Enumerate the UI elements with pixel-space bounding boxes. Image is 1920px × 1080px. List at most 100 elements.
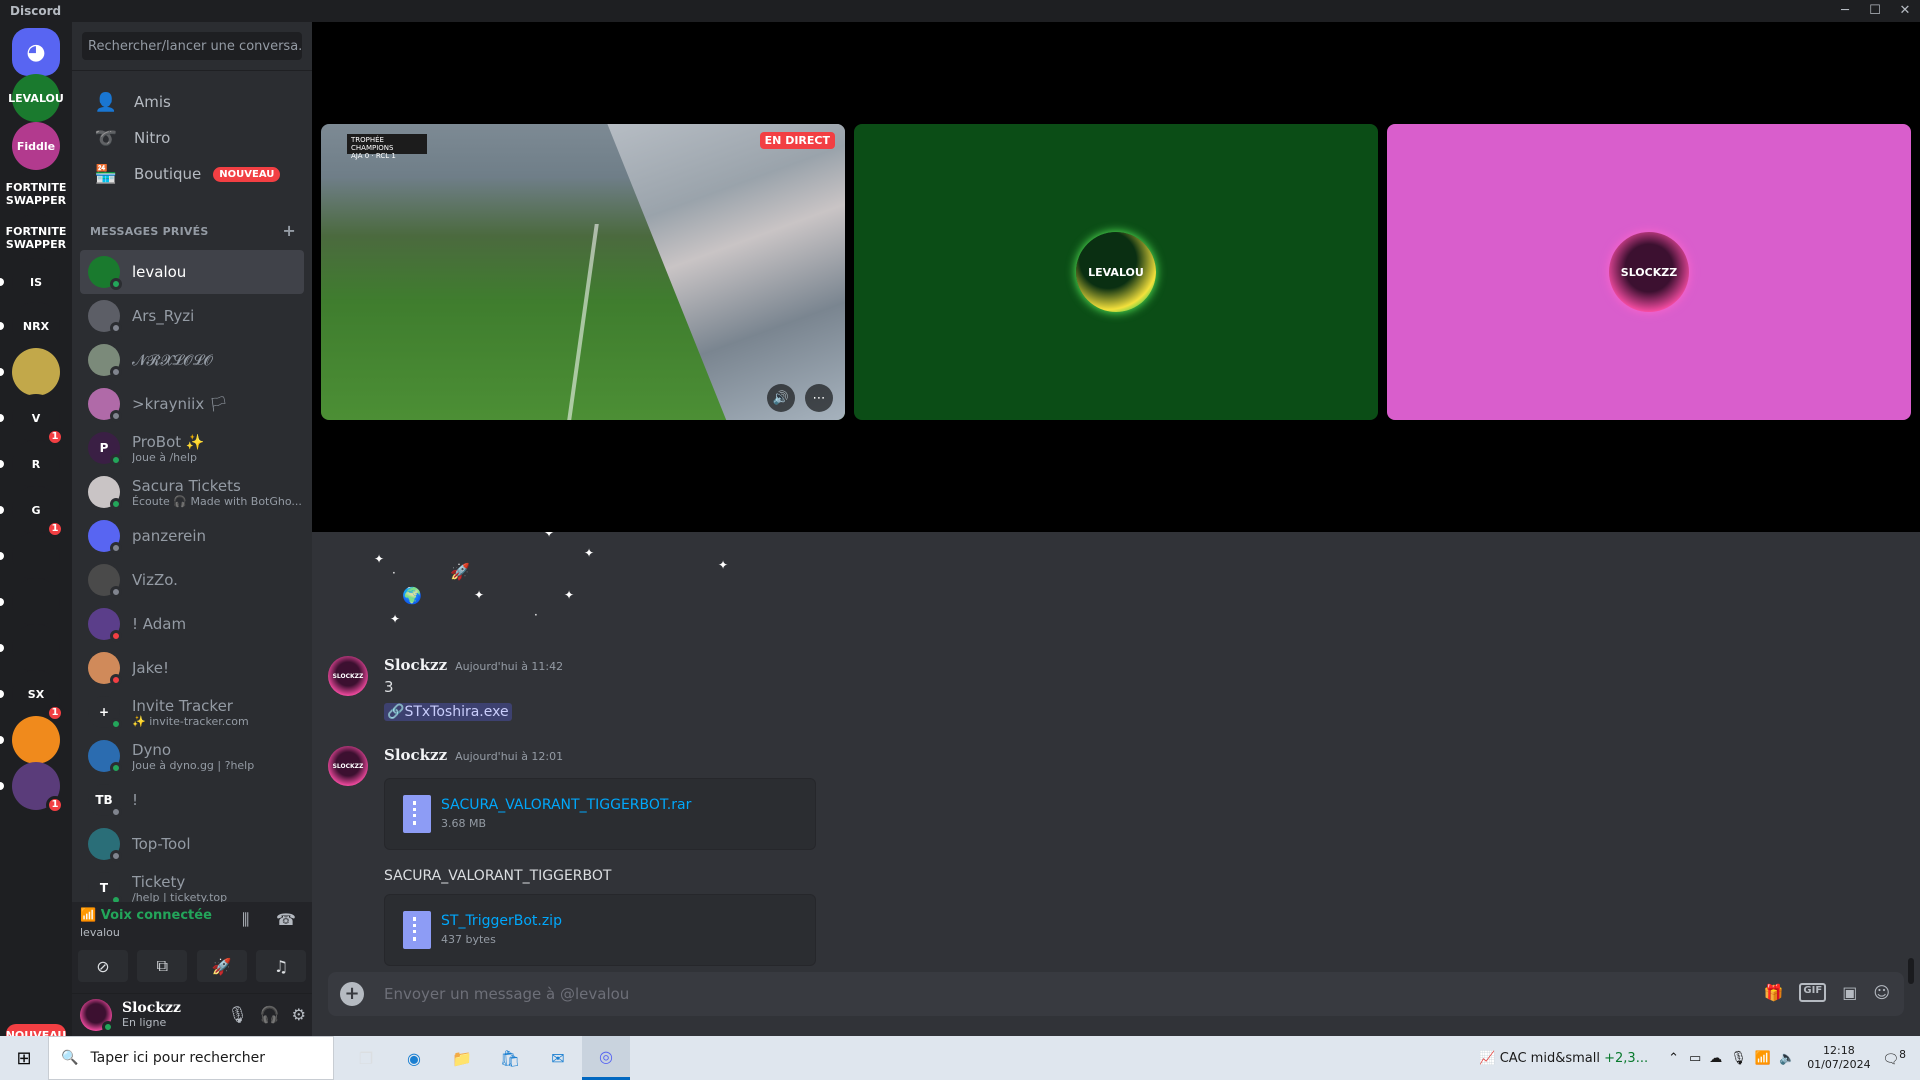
server-icon[interactable]: IS <box>0 258 60 306</box>
add-attachment-icon[interactable]: + <box>340 982 364 1006</box>
microphone-icon[interactable]: 🎙 <box>227 1005 247 1024</box>
servers-new-badge[interactable]: NOUVEAU <box>6 1024 66 1036</box>
server-icon[interactable]: V1 <box>0 394 64 446</box>
server-icon[interactable]: FORTNITE SWAPPER <box>6 170 66 218</box>
dm-item[interactable]: 𝓝𝓡𝓧𝓛𝓞𝓛𝓞 <box>80 338 304 382</box>
file-attachment[interactable]: SACURA_VALORANT_TIGGERBOT.rar 3.68 MB <box>384 778 816 850</box>
dm-item[interactable]: levalou <box>80 250 304 294</box>
sticker-icon[interactable]: ▣ <box>1842 983 1857 1002</box>
dm-item[interactable]: Jake! <box>80 646 304 690</box>
edge-icon[interactable]: ◉ <box>390 1036 438 1080</box>
gif-icon[interactable]: GIF <box>1799 983 1827 1002</box>
server-icon[interactable]: FORTNITE SWAPPER <box>6 214 66 262</box>
onedrive-icon[interactable]: ☁ <box>1709 1051 1722 1066</box>
server-icon[interactable]: R <box>0 440 60 488</box>
dm-item[interactable]: Dyno Joue à dyno.gg | ?help <box>80 734 304 778</box>
dm-item[interactable]: P ProBot ✨ Joue à /help <box>80 426 304 470</box>
server-icon[interactable] <box>0 716 60 764</box>
notifications-icon[interactable]: 🗨8 <box>1883 1048 1906 1067</box>
voice-connected-label[interactable]: 📶 Voix connectée <box>80 908 212 923</box>
message-composer[interactable]: + Envoyer un message à @levalou 🎁 GIF ▣ … <box>328 972 1904 1016</box>
discord-logo-icon: ◕ <box>26 39 46 65</box>
dm-item[interactable]: Sacura Tickets Écoute 🎧 Made with BotGho.… <box>80 470 304 514</box>
taskbar-search-input[interactable]: Taper ici pour rechercher <box>90 1050 265 1066</box>
user-mention[interactable]: 🔗STxToshira.exe <box>384 703 512 721</box>
soundboard-icon[interactable]: ♫ <box>255 950 306 982</box>
server-icon[interactable] <box>0 348 60 396</box>
server-icon[interactable]: ◕ <box>12 28 60 76</box>
dm-item[interactable]: >krayniix 🏳 <box>80 382 304 426</box>
screen-share-icon[interactable]: ⧉ <box>137 950 188 982</box>
minimize-icon[interactable]: ─ <box>1830 0 1860 22</box>
discord-icon[interactable]: ◎ <box>582 1036 630 1080</box>
dm-avatar <box>88 256 122 290</box>
server-icon[interactable] <box>0 578 60 626</box>
dm-text: ProBot ✨ Joue à /help <box>132 433 205 464</box>
server-icon[interactable] <box>0 532 60 580</box>
dm-name: 𝓝𝓡𝓧𝓛𝓞𝓛𝓞 <box>132 351 214 369</box>
server-icon[interactable]: 1 <box>0 762 64 814</box>
dm-item[interactable]: Ars_Ryzi <box>80 294 304 338</box>
server-icon[interactable] <box>0 624 60 672</box>
chevron-up-icon[interactable]: ⌃ <box>1668 1051 1679 1066</box>
server-icon[interactable]: Fiddle <box>12 122 60 170</box>
message-input[interactable]: Envoyer un message à @levalou <box>384 985 629 1003</box>
stock-widget[interactable]: 📈 CAC mid&small +2,3... <box>1479 1051 1648 1066</box>
attachment-name[interactable]: ST_TriggerBot.zip <box>441 913 562 929</box>
server-icon[interactable]: SX 1 <box>0 670 64 722</box>
dm-item[interactable]: VizZo. <box>80 558 304 602</box>
server-icon[interactable]: LEVALOU <box>8 74 64 122</box>
dm-item[interactable]: ! Adam <box>80 602 304 646</box>
nav-shop[interactable]: 🏪 Boutique NOUVEAU <box>80 153 304 195</box>
task-view-icon[interactable]: ❐ <box>342 1036 390 1080</box>
message-author[interactable]: Slockzz <box>384 656 447 674</box>
user-info[interactable]: Slockzz En ligne <box>122 1001 181 1030</box>
soundwave-icon[interactable]: ⫼ <box>242 910 249 930</box>
stream-pitch-line <box>567 224 599 420</box>
camera-off-icon[interactable]: ⊘ <box>78 950 128 982</box>
participant-tile-slockzz[interactable]: SLOCKZZ <box>1387 124 1911 420</box>
scrollbar[interactable] <box>1908 958 1914 984</box>
add-dm-button[interactable]: + <box>282 223 296 239</box>
file-explorer-icon[interactable]: 📁 <box>438 1036 486 1080</box>
close-icon[interactable]: ✕ <box>1890 0 1920 22</box>
message-avatar[interactable]: SLOCKZZ <box>328 656 368 696</box>
more-options-icon[interactable]: ⋯ <box>805 384 833 412</box>
nav-friends-label: Amis <box>134 93 171 111</box>
clock[interactable]: 12:18 01/07/2024 <box>1807 1044 1870 1072</box>
dm-item[interactable]: TB! <box>80 778 304 822</box>
mail-icon[interactable]: ✉ <box>534 1036 582 1080</box>
taskbar-search[interactable]: 🔍 Taper ici pour rechercher <box>48 1036 334 1080</box>
message-author[interactable]: Slockzz <box>384 746 447 764</box>
settings-gear-icon[interactable]: ⚙ <box>292 1005 306 1024</box>
message-avatar[interactable]: SLOCKZZ <box>328 746 368 786</box>
store-icon[interactable]: 🛍 <box>486 1036 534 1080</box>
microphone-tray-icon[interactable]: 🎙 <box>1730 1051 1747 1066</box>
dm-item[interactable]: + Invite Tracker ✨ invite-tracker.com <box>80 690 304 734</box>
dm-name: Jake! <box>132 659 170 677</box>
volume-tray-icon[interactable]: 🔈 <box>1779 1051 1795 1066</box>
meet-icon[interactable]: ▭ <box>1689 1051 1701 1066</box>
activity-icon[interactable]: 🚀 <box>196 950 247 982</box>
participant-avatar: LEVALOU <box>1076 232 1156 312</box>
search-input[interactable]: Rechercher/lancer une conversa... <box>82 32 302 60</box>
participant-tile-levalou[interactable]: LEVALOU <box>854 124 1378 420</box>
gift-icon[interactable]: 🎁 <box>1764 983 1784 1002</box>
voice-channel-name[interactable]: levalou <box>80 926 120 939</box>
maximize-icon[interactable]: ☐ <box>1860 0 1890 22</box>
headphones-icon[interactable]: 🎧 <box>260 1005 280 1024</box>
dm-item[interactable]: panzerein <box>80 514 304 558</box>
server-icon[interactable]: G1 <box>0 486 64 538</box>
file-attachment[interactable]: ST_TriggerBot.zip 437 bytes <box>384 894 816 966</box>
dm-avatar <box>88 828 122 862</box>
user-avatar[interactable] <box>80 999 114 1033</box>
volume-icon[interactable]: 🔊 <box>767 384 795 412</box>
stream-tile[interactable]: TROPHÉE CHAMPIONS AJA 0 · RCL 1 EN DIREC… <box>321 124 845 420</box>
attachment-name[interactable]: SACURA_VALORANT_TIGGERBOT.rar <box>441 797 691 813</box>
dm-item[interactable]: Top-Tool <box>80 822 304 866</box>
windows-start-icon[interactable]: ⊞ <box>0 1036 48 1080</box>
emoji-icon[interactable]: ☺ <box>1873 983 1890 1002</box>
wifi-icon[interactable]: 📶 <box>1755 1051 1771 1066</box>
hangup-icon[interactable]: ☎ <box>276 910 296 929</box>
server-icon[interactable]: NRX <box>0 302 60 350</box>
